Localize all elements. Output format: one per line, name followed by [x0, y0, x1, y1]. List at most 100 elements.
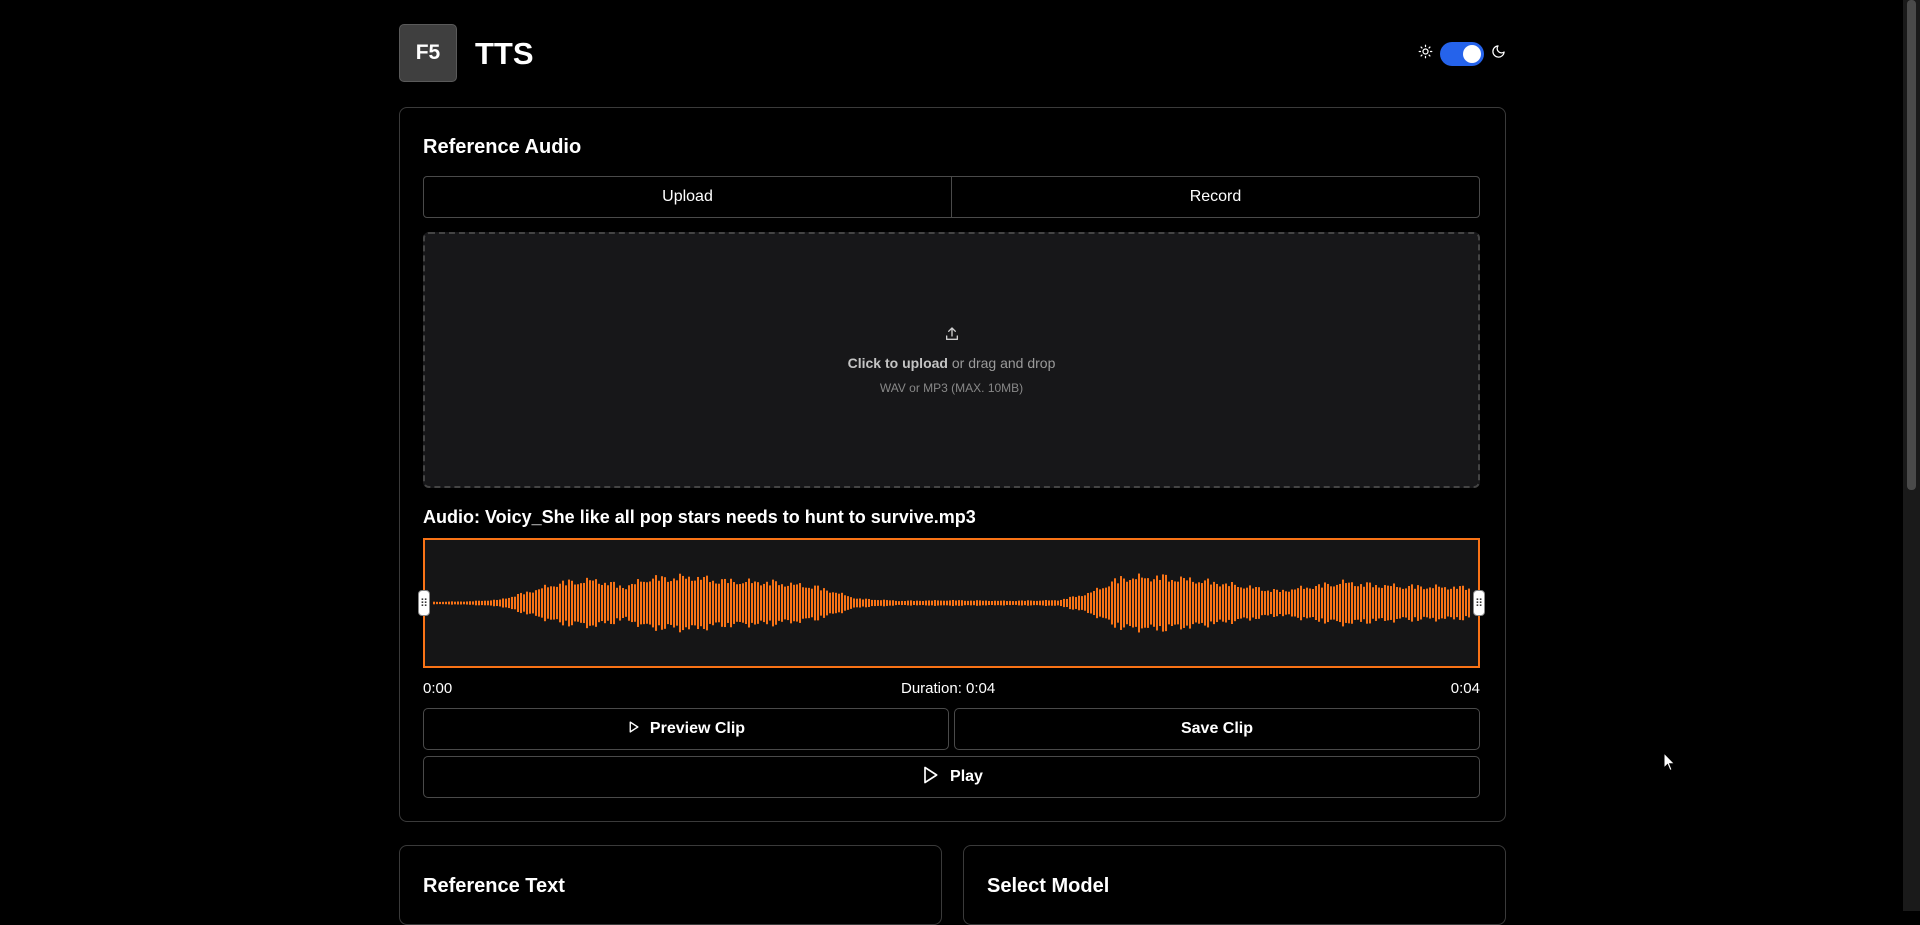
waveform-bar — [823, 588, 825, 618]
sun-icon — [1418, 44, 1433, 64]
waveform-bar — [820, 590, 822, 616]
waveform-bar — [961, 600, 963, 606]
waveform-bar — [793, 584, 795, 622]
waveform-bar — [589, 580, 591, 626]
waveform-bar — [685, 578, 687, 628]
dropzone-instructions: Click to upload or drag and drop — [848, 355, 1056, 371]
waveform-bar — [1240, 587, 1242, 619]
waveform-bar — [826, 590, 828, 616]
tab-record[interactable]: Record — [951, 177, 1479, 217]
trim-end-handle[interactable]: ⠿ — [1473, 590, 1485, 616]
waveform-bar — [679, 573, 681, 633]
waveform-bar — [1282, 589, 1284, 617]
waveform-bar — [1066, 598, 1068, 608]
waveform-bar — [1207, 578, 1209, 628]
waveform-bar — [1345, 583, 1347, 623]
switch-knob — [1463, 45, 1481, 63]
waveform-bar — [1036, 600, 1038, 606]
waveform-bar — [1006, 601, 1008, 605]
waveform-bar — [676, 580, 678, 626]
waveform-bar — [652, 578, 654, 628]
waveform-bar — [829, 592, 831, 614]
waveform-bar — [862, 599, 864, 607]
waveform-bar — [943, 600, 945, 606]
waveform-bar — [898, 601, 900, 605]
duration-label: Duration: 0:04 — [901, 680, 996, 697]
waveform-bar — [607, 585, 609, 621]
waveform-bar — [1348, 582, 1350, 624]
waveform-bar — [1384, 585, 1386, 621]
waveform-bar — [1252, 588, 1254, 618]
waveform-bar — [694, 580, 696, 626]
trim-start-handle[interactable]: ⠿ — [418, 590, 430, 616]
waveform-bar — [433, 601, 435, 605]
waveform-bar — [952, 599, 954, 607]
waveform-bar — [622, 587, 624, 619]
waveform-bar — [664, 577, 666, 629]
waveform-bar — [1078, 595, 1080, 611]
waveform-bar — [976, 600, 978, 606]
preview-clip-button[interactable]: Preview Clip — [423, 708, 949, 750]
waveform-bar — [1255, 586, 1257, 620]
select-model-card: Select Model — [963, 845, 1506, 925]
waveform-bar — [598, 583, 600, 623]
waveform-bar — [877, 600, 879, 606]
waveform-bar — [1021, 600, 1023, 606]
time-row: 0:00 Duration: 0:04 0:04 — [423, 680, 1480, 700]
waveform-bar — [1291, 589, 1293, 617]
save-clip-button[interactable]: Save Clip — [954, 708, 1480, 750]
waveform-bar — [490, 600, 492, 606]
waveform-bar — [1387, 585, 1389, 621]
waveform-bar — [640, 581, 642, 625]
scrollbar-thumb[interactable] — [1907, 0, 1916, 490]
waveform-bar — [574, 584, 576, 622]
play-button[interactable]: Play — [423, 756, 1480, 798]
waveform-bar — [913, 601, 915, 605]
upload-dropzone[interactable]: Click to upload or drag and drop WAV or … — [423, 232, 1480, 488]
waveform-bar — [1027, 600, 1029, 606]
waveform-bar — [901, 600, 903, 606]
waveform-region[interactable]: ⠿ ⠿ — [418, 538, 1485, 668]
waveform-bar — [925, 600, 927, 606]
waveform-bar — [919, 600, 921, 606]
waveform-bar — [1342, 579, 1344, 627]
waveform-bar — [1117, 583, 1119, 623]
waveform-bar — [580, 583, 582, 623]
waveform-graphic — [433, 573, 1470, 633]
waveform-bar — [601, 584, 603, 622]
waveform-bar — [1171, 579, 1173, 627]
waveform-bar — [1018, 600, 1020, 606]
waveform-bar — [1096, 587, 1098, 619]
waveform-bar — [523, 594, 525, 612]
waveform-bar — [1048, 600, 1050, 606]
waveform-bar — [754, 581, 756, 625]
page-scrollbar[interactable] — [1903, 0, 1920, 911]
waveform-bar — [1012, 601, 1014, 605]
waveform-bar — [718, 583, 720, 623]
waveform-bar — [661, 576, 663, 630]
waveform-bar — [610, 582, 612, 624]
waveform-bar — [529, 592, 531, 614]
waveform-bar — [1300, 585, 1302, 621]
waveform-bar — [871, 599, 873, 607]
waveform-bar — [1228, 586, 1230, 620]
dark-mode-switch[interactable] — [1440, 42, 1484, 66]
waveform-bar — [592, 580, 594, 626]
waveform-bar — [571, 580, 573, 626]
waveform-bar — [1192, 581, 1194, 625]
tab-upload[interactable]: Upload — [424, 177, 951, 217]
waveform-bar — [667, 581, 669, 625]
waveform-bar — [1414, 588, 1416, 618]
waveform-bar — [1015, 601, 1017, 605]
waveform-bar — [1396, 587, 1398, 619]
start-time: 0:00 — [423, 680, 453, 697]
waveform-bar — [1402, 588, 1404, 618]
waveform-bar — [1243, 588, 1245, 618]
waveform-bar — [910, 600, 912, 606]
waveform-bar — [937, 600, 939, 606]
waveform-bar — [502, 598, 504, 608]
waveform-bar — [916, 600, 918, 606]
waveform-bar — [520, 592, 522, 614]
waveform-bar — [541, 588, 543, 618]
mouse-cursor-icon — [1663, 751, 1677, 777]
